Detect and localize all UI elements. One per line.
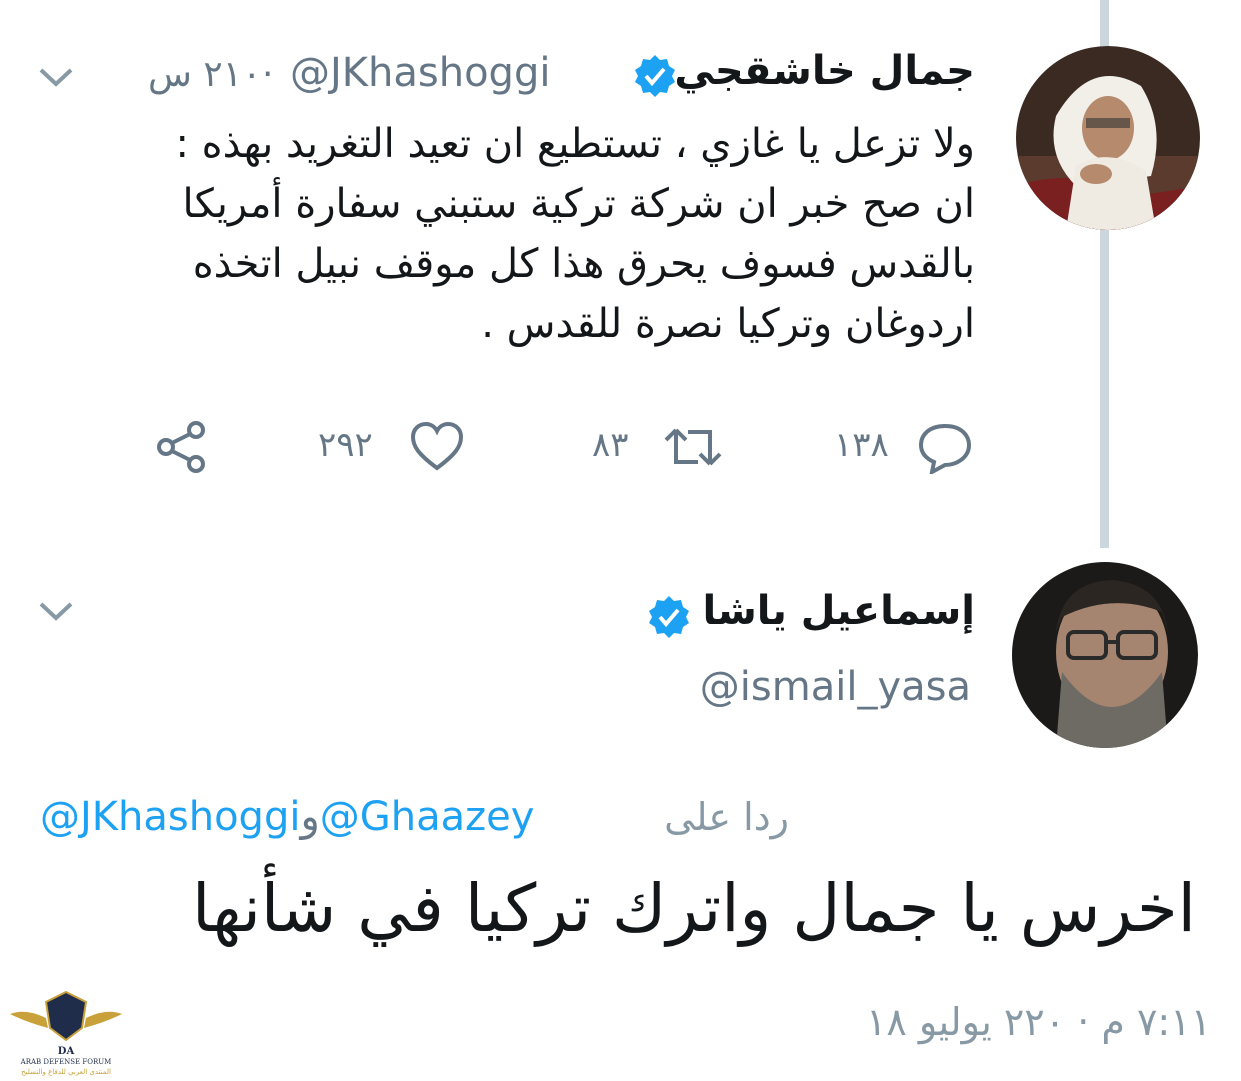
like-count: ٢٩٢ <box>318 425 373 465</box>
logo-abbr: DA <box>58 1046 75 1057</box>
author-handle[interactable]: @JKhashoggi <box>290 50 550 96</box>
tweet-line: ان صح خبر ان شركة تركية ستبني سفارة أمري… <box>182 181 975 227</box>
reply-prefix: ردا على <box>664 795 789 839</box>
arab-defense-forum-logo: DA ARAB DEFENSE FORUM المنتدى العربي للد… <box>10 990 122 1076</box>
tweet-body: ولا تزعل يا غازي ، تستطيع ان تعيد التغري… <box>95 114 975 354</box>
verified-badge-icon <box>649 596 689 638</box>
tweet-line: بالقدس فسوف يحرق هذا كل موقف نبيل اتخذه <box>192 241 975 287</box>
tweet-line: اردوغان وتركيا نصرة للقدس . <box>481 301 975 347</box>
avatar-ismail-yasa[interactable] <box>1012 562 1198 748</box>
avatar-jkhashoggi[interactable] <box>1016 46 1200 230</box>
author-name[interactable]: جمال خاشقجي <box>674 48 975 94</box>
tweet-line: ولا تزعل يا غازي ، تستطيع ان تعيد التغري… <box>175 121 975 167</box>
reply-conjunction: و <box>300 794 320 840</box>
chevron-down-icon[interactable] <box>36 596 76 626</box>
author-handle[interactable]: @ismail_yasa <box>700 664 971 710</box>
tweet-timestamp[interactable]: ٧:١١ م · ٢٢٠ يوليو ١٨ <box>866 1000 1211 1044</box>
logo-name-ar: المنتدى العربي للدفاع والتسليح <box>21 1068 111 1076</box>
tweet-time[interactable]: ٢١٠ س <box>148 54 261 95</box>
mention-link[interactable]: @Ghaazey <box>320 794 535 840</box>
chevron-down-icon[interactable] <box>36 62 76 92</box>
heart-icon[interactable] <box>408 420 466 474</box>
reply-context: ردا على <box>664 794 789 840</box>
tweet-body: اخرس يا جمال واترك تركيا في شأنها <box>192 870 1196 947</box>
reply-icon[interactable] <box>916 420 974 474</box>
retweet-icon[interactable] <box>662 420 724 474</box>
logo-name-en: ARAB DEFENSE FORUM <box>20 1058 112 1066</box>
mention-link[interactable]: @JKhashoggi <box>40 794 300 840</box>
time-separator: · <box>262 54 274 95</box>
reply-mentions: @Ghaazeyو@JKhashoggi <box>34 794 534 840</box>
share-icon[interactable] <box>154 420 212 474</box>
verified-badge-icon <box>635 55 675 97</box>
reply-count: ١٣٨ <box>834 425 889 465</box>
retweet-count: ٨٣ <box>592 425 629 465</box>
author-name[interactable]: إسماعيل ياشا <box>702 588 975 634</box>
